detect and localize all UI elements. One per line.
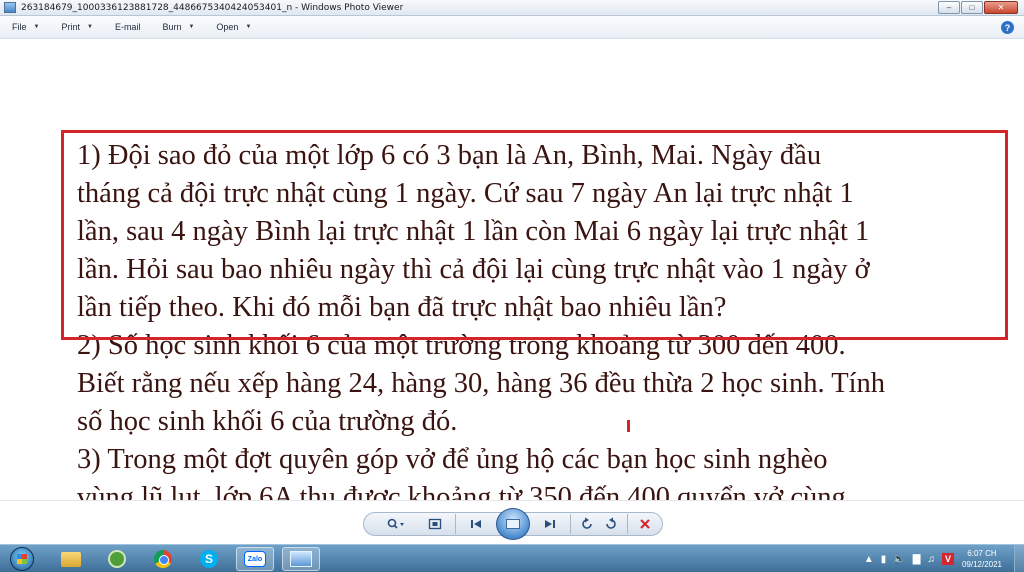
separator — [627, 514, 628, 534]
system-tray: ▲ ▮ 🔈 ▇ ♫ V 6:07 CH 09/12/2021 — [864, 545, 1024, 572]
taskbar-skype[interactable]: S — [190, 547, 228, 571]
slideshow-icon — [506, 519, 520, 529]
chrome-icon — [154, 550, 172, 568]
clock[interactable]: 6:07 CH 09/12/2021 — [962, 548, 1002, 570]
taskbar-chrome[interactable] — [144, 547, 182, 571]
folder-icon — [61, 551, 81, 567]
photo-viewer-app-icon — [4, 2, 16, 13]
delete-icon[interactable] — [636, 516, 654, 532]
network-signal-icon[interactable]: ▇ — [913, 554, 921, 565]
vietnamese-input-icon[interactable]: V — [941, 553, 954, 565]
chevron-down-icon: ▼ — [188, 24, 195, 30]
chevron-down-icon: ▼ — [33, 24, 40, 30]
clock-date: 09/12/2021 — [961, 560, 1002, 569]
separator — [570, 514, 571, 534]
show-hidden-icons-icon[interactable]: ▲ — [864, 554, 874, 565]
window-title: 263184679_1000336123881728_4486675340424… — [21, 2, 404, 13]
zalo-icon: Zalo — [244, 551, 266, 567]
menu-open-label: Open — [216, 22, 239, 32]
windows-logo-icon — [17, 554, 27, 564]
rotate-counterclockwise-icon[interactable] — [578, 516, 596, 532]
window-controls: – □ ✕ — [937, 1, 1018, 14]
volume-icon[interactable]: 🔈 — [893, 554, 905, 565]
taskbar-photo-viewer[interactable] — [282, 547, 320, 571]
menu-file-label: File — [12, 22, 27, 32]
viewer-controls — [0, 500, 1024, 544]
menu-burn-label: Burn — [162, 22, 182, 32]
next-icon[interactable] — [540, 516, 560, 532]
red-highlight-box — [61, 130, 1008, 340]
clock-time: 6:07 CH — [967, 549, 997, 558]
document-line: vùng lũ lụt, lớp 6A thu được khoảng từ 3… — [77, 482, 846, 500]
maximize-button[interactable]: □ — [961, 1, 983, 14]
menu-print-label: Print — [61, 22, 80, 32]
document-line: số học sinh khối 6 của trường đó. — [77, 406, 458, 437]
menu-print[interactable]: Print ▼ — [61, 22, 92, 32]
image-viewer: 1) Đội sao đỏ của một lớp 6 có 3 bạn là … — [0, 40, 1024, 500]
taskbar-green-app[interactable] — [98, 547, 136, 571]
menu-burn[interactable]: Burn ▼ — [162, 22, 194, 32]
separator — [455, 514, 456, 534]
title-bar: 263184679_1000336123881728_4486675340424… — [0, 0, 1024, 16]
battery-icon[interactable]: ▮ — [881, 554, 887, 565]
taskbar: S Zalo ▲ ▮ 🔈 ▇ ♫ V 6:07 CH 09/12/2021 — [0, 544, 1024, 572]
actual-size-icon[interactable] — [426, 516, 444, 532]
previous-icon[interactable] — [466, 516, 486, 532]
skype-icon: S — [200, 550, 218, 568]
menu-bar: File ▼ Print ▼ E-mail Burn ▼ Open ▼ ? — [0, 16, 1024, 39]
menu-open[interactable]: Open ▼ — [216, 22, 251, 32]
taskbar-explorer[interactable] — [52, 547, 90, 571]
red-mark — [627, 420, 630, 432]
show-desktop-button[interactable] — [1014, 545, 1024, 572]
menu-email[interactable]: E-mail — [115, 22, 141, 32]
help-icon[interactable]: ? — [1001, 21, 1014, 34]
green-app-icon — [108, 550, 126, 568]
document-line: 3) Trong một đợt quyên góp vở để ủng hộ … — [77, 444, 828, 475]
chevron-down-icon: ▼ — [86, 24, 93, 30]
slideshow-button[interactable] — [496, 508, 530, 540]
minimize-button[interactable]: – — [938, 1, 960, 14]
taskbar-zalo[interactable]: Zalo — [236, 547, 274, 571]
start-button[interactable] — [10, 547, 34, 571]
magnifier-icon[interactable] — [384, 516, 410, 532]
chevron-down-icon: ▼ — [245, 24, 252, 30]
close-button[interactable]: ✕ — [984, 1, 1018, 14]
document-line: Biết rằng nếu xếp hàng 24, hàng 30, hàng… — [77, 368, 886, 399]
photo-viewer-icon — [290, 551, 312, 567]
menu-email-label: E-mail — [114, 22, 141, 32]
menu-file[interactable]: File ▼ — [12, 22, 39, 32]
rotate-clockwise-icon[interactable] — [602, 516, 620, 532]
speaker-icon[interactable]: ♫ — [927, 554, 935, 565]
